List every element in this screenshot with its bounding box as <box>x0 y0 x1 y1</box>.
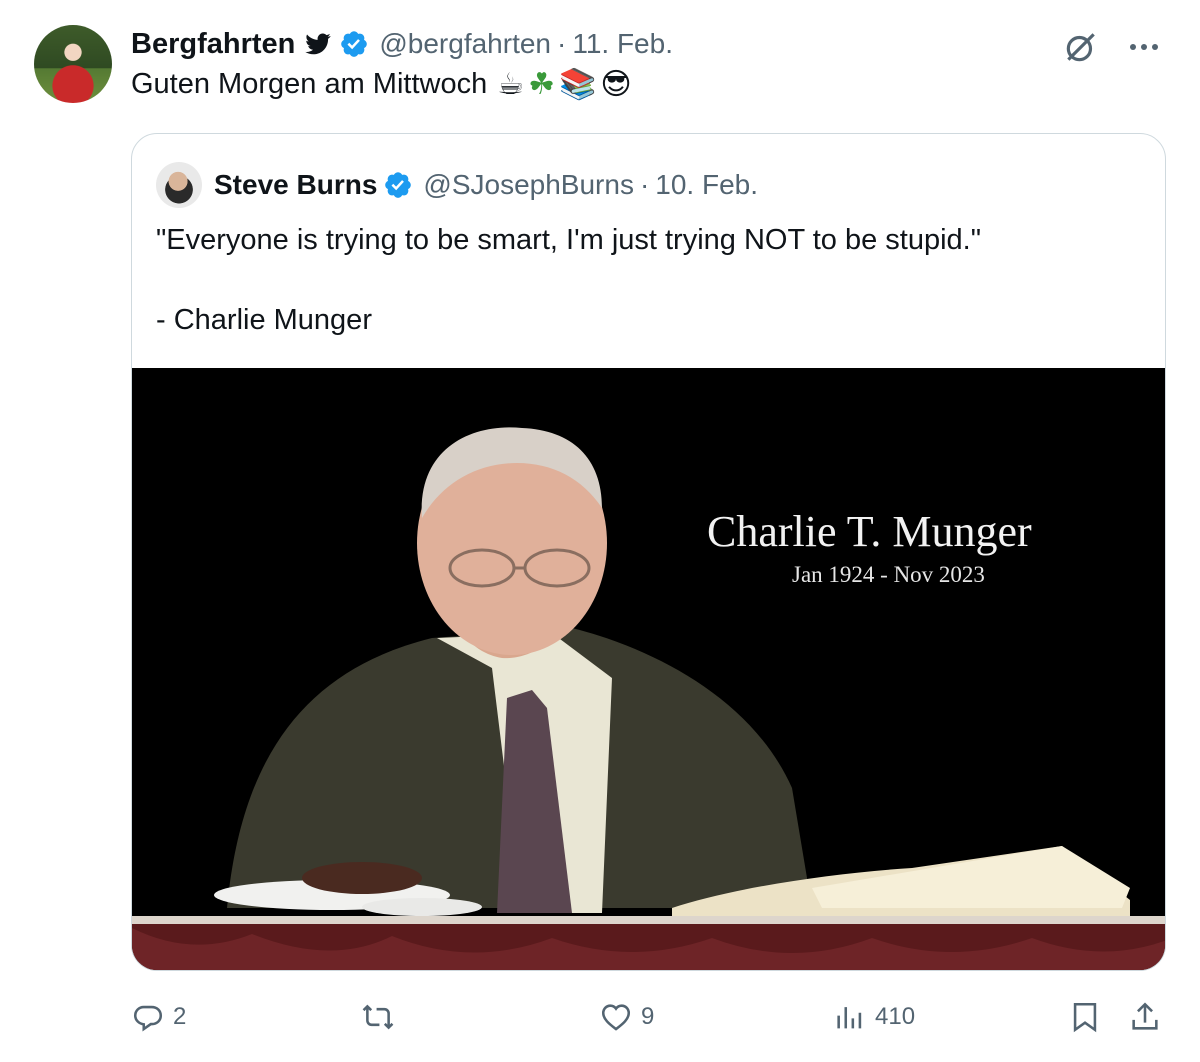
more-icon[interactable] <box>1130 42 1164 52</box>
sunglasses-emoji: 😎 <box>600 67 632 101</box>
bird-icon <box>305 33 332 55</box>
reply-count: 2 <box>173 1003 187 1030</box>
share-icon <box>1132 1002 1158 1030</box>
portrait-illustration <box>132 427 1165 970</box>
image-caption-dates: Jan 1924 - Nov 2023 <box>792 562 985 587</box>
quoted-text: "Everyone is trying to be smart, I'm jus… <box>156 224 982 336</box>
books-emoji: 📚 <box>559 67 597 101</box>
author-name[interactable]: Bergfahrten <box>131 28 295 61</box>
separator: · <box>639 169 650 200</box>
tweet-header: Bergfahrten @bergfahrten · 11. Feb. <box>131 24 673 64</box>
quoted-image[interactable]: Charlie T. Munger Jan 1924 - Nov 2023 <box>132 368 1165 970</box>
like-button[interactable]: 9 <box>599 995 654 1039</box>
coffee-emoji: ☕ <box>497 67 525 101</box>
tweet-date[interactable]: 11. Feb. <box>572 28 673 60</box>
author-avatar[interactable] <box>34 25 112 103</box>
views-count: 410 <box>875 1003 916 1030</box>
quoted-date: 10. Feb. <box>655 169 759 200</box>
views-button[interactable]: 410 <box>833 995 915 1039</box>
quoted-author-avatar <box>156 162 202 208</box>
quoted-tweet[interactable]: Steve Burns @SJosephBurns · 10. Feb. "Ev… <box>131 133 1166 971</box>
bookmark-icon <box>1073 1002 1097 1033</box>
quoted-header: Steve Burns @SJosephBurns · 10. Feb. <box>156 162 758 208</box>
tweet-actions: 2 9 410 <box>131 995 1166 1039</box>
quoted-author-handle: @SJosephBurns <box>423 169 634 200</box>
bookmark-button[interactable] <box>1068 995 1102 1039</box>
reply-icon <box>133 1005 163 1032</box>
verified-icon <box>341 31 368 57</box>
tweet-text: Guten Morgen am Mittwoch <box>131 68 488 100</box>
share-button[interactable] <box>1128 995 1162 1039</box>
verified-icon <box>385 172 412 198</box>
quoted-author-name: Steve Burns <box>214 169 378 200</box>
separator: · <box>557 28 567 59</box>
emoji-row: ☕ ☘ 📚 😎 <box>497 67 632 101</box>
retweet-icon <box>362 1004 394 1030</box>
retweet-button[interactable] <box>361 995 403 1039</box>
clover-emoji: ☘ <box>528 67 556 101</box>
views-icon <box>837 1007 862 1029</box>
tweet-top-actions <box>1062 28 1164 66</box>
image-caption-title: Charlie T. Munger <box>707 507 1032 556</box>
like-icon <box>601 1004 631 1031</box>
like-count: 9 <box>641 1003 655 1030</box>
reply-button[interactable]: 2 <box>131 995 186 1039</box>
tweet[interactable]: Bergfahrten @bergfahrten · 11. Feb. Gute… <box>0 0 1200 1062</box>
grok-icon[interactable] <box>1062 28 1100 66</box>
tweet-text-row: Guten Morgen am Mittwoch ☕ ☘ 📚 😎 <box>131 68 632 101</box>
author-handle[interactable]: @bergfahrten <box>379 28 551 60</box>
